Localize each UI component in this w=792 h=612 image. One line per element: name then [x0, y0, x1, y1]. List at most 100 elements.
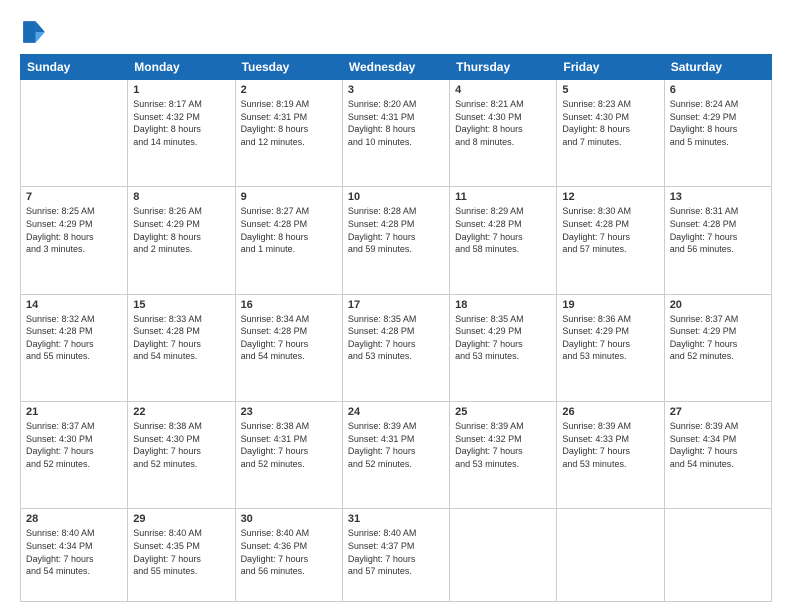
calendar-cell: 22 Sunrise: 8:38 AMSunset: 4:30 PMDayligh…: [128, 401, 235, 508]
day-number: 29: [133, 513, 229, 525]
calendar-cell: [450, 509, 557, 602]
day-info: Sunrise: 8:29 AMSunset: 4:28 PMDaylight:…: [455, 205, 551, 255]
col-header-monday: Monday: [128, 55, 235, 80]
calendar-cell: [21, 80, 128, 187]
calendar-cell: 21 Sunrise: 8:37 AMSunset: 4:30 PMDayligh…: [21, 401, 128, 508]
day-info: Sunrise: 8:17 AMSunset: 4:32 PMDaylight:…: [133, 98, 229, 148]
day-number: 20: [670, 299, 766, 311]
calendar-cell: 28 Sunrise: 8:40 AMSunset: 4:34 PMDayligh…: [21, 509, 128, 602]
day-info: Sunrise: 8:31 AMSunset: 4:28 PMDaylight:…: [670, 205, 766, 255]
day-number: 3: [348, 84, 444, 96]
day-info: Sunrise: 8:32 AMSunset: 4:28 PMDaylight:…: [26, 313, 122, 363]
calendar-cell: 6 Sunrise: 8:24 AMSunset: 4:29 PMDaylight…: [664, 80, 771, 187]
day-number: 1: [133, 84, 229, 96]
calendar-cell: 20 Sunrise: 8:37 AMSunset: 4:29 PMDayligh…: [664, 294, 771, 401]
calendar-cell: 16 Sunrise: 8:34 AMSunset: 4:28 PMDayligh…: [235, 294, 342, 401]
day-info: Sunrise: 8:40 AMSunset: 4:36 PMDaylight:…: [241, 527, 337, 577]
col-header-wednesday: Wednesday: [342, 55, 449, 80]
day-number: 9: [241, 191, 337, 203]
calendar-cell: [557, 509, 664, 602]
day-info: Sunrise: 8:26 AMSunset: 4:29 PMDaylight:…: [133, 205, 229, 255]
day-number: 13: [670, 191, 766, 203]
calendar-cell: 30 Sunrise: 8:40 AMSunset: 4:36 PMDayligh…: [235, 509, 342, 602]
day-number: 15: [133, 299, 229, 311]
calendar-cell: 25Sunrise: 8:39 AMSunset: 4:32 PMDayligh…: [450, 401, 557, 508]
day-info: Sunrise: 8:19 AMSunset: 4:31 PMDaylight:…: [241, 98, 337, 148]
day-info: Sunrise: 8:35 AMSunset: 4:29 PMDaylight:…: [455, 313, 551, 363]
logo: [20, 18, 52, 46]
header: [20, 18, 772, 46]
calendar-cell: 5 Sunrise: 8:23 AMSunset: 4:30 PMDaylight…: [557, 80, 664, 187]
calendar-cell: 8Sunrise: 8:26 AMSunset: 4:29 PMDaylight…: [128, 187, 235, 294]
calendar-week-3: 21 Sunrise: 8:37 AMSunset: 4:30 PMDayligh…: [21, 401, 772, 508]
day-info: Sunrise: 8:33 AMSunset: 4:28 PMDaylight:…: [133, 313, 229, 363]
day-info: Sunrise: 8:35 AMSunset: 4:28 PMDaylight:…: [348, 313, 444, 363]
day-number: 10: [348, 191, 444, 203]
col-header-friday: Friday: [557, 55, 664, 80]
day-number: 25: [455, 406, 551, 418]
day-info: Sunrise: 8:40 AMSunset: 4:37 PMDaylight:…: [348, 527, 444, 577]
day-info: Sunrise: 8:21 AMSunset: 4:30 PMDaylight:…: [455, 98, 551, 148]
day-number: 22: [133, 406, 229, 418]
day-info: Sunrise: 8:23 AMSunset: 4:30 PMDaylight:…: [562, 98, 658, 148]
col-header-tuesday: Tuesday: [235, 55, 342, 80]
day-info: Sunrise: 8:38 AMSunset: 4:30 PMDaylight:…: [133, 420, 229, 470]
day-number: 21: [26, 406, 122, 418]
day-number: 17: [348, 299, 444, 311]
day-number: 14: [26, 299, 122, 311]
calendar-cell: [664, 509, 771, 602]
day-info: Sunrise: 8:28 AMSunset: 4:28 PMDaylight:…: [348, 205, 444, 255]
day-number: 24: [348, 406, 444, 418]
day-number: 16: [241, 299, 337, 311]
day-info: Sunrise: 8:36 AMSunset: 4:29 PMDaylight:…: [562, 313, 658, 363]
day-number: 18: [455, 299, 551, 311]
calendar-cell: 9 Sunrise: 8:27 AMSunset: 4:28 PMDaylight…: [235, 187, 342, 294]
day-info: Sunrise: 8:30 AMSunset: 4:28 PMDaylight:…: [562, 205, 658, 255]
calendar-cell: 17 Sunrise: 8:35 AMSunset: 4:28 PMDayligh…: [342, 294, 449, 401]
calendar-cell: 7Sunrise: 8:25 AMSunset: 4:29 PMDaylight…: [21, 187, 128, 294]
day-number: 28: [26, 513, 122, 525]
col-header-sunday: Sunday: [21, 55, 128, 80]
calendar-cell: 10 Sunrise: 8:28 AMSunset: 4:28 PMDayligh…: [342, 187, 449, 294]
day-number: 23: [241, 406, 337, 418]
day-info: Sunrise: 8:38 AMSunset: 4:31 PMDaylight:…: [241, 420, 337, 470]
calendar-cell: 29 Sunrise: 8:40 AMSunset: 4:35 PMDayligh…: [128, 509, 235, 602]
calendar-cell: 18 Sunrise: 8:35 AMSunset: 4:29 PMDayligh…: [450, 294, 557, 401]
calendar-week-4: 28 Sunrise: 8:40 AMSunset: 4:34 PMDayligh…: [21, 509, 772, 602]
day-info: Sunrise: 8:39 AMSunset: 4:33 PMDaylight:…: [562, 420, 658, 470]
day-number: 2: [241, 84, 337, 96]
day-number: 26: [562, 406, 658, 418]
col-header-saturday: Saturday: [664, 55, 771, 80]
day-info: Sunrise: 8:37 AMSunset: 4:30 PMDaylight:…: [26, 420, 122, 470]
calendar-cell: 2 Sunrise: 8:19 AMSunset: 4:31 PMDaylight…: [235, 80, 342, 187]
day-info: Sunrise: 8:40 AMSunset: 4:34 PMDaylight:…: [26, 527, 122, 577]
day-info: Sunrise: 8:24 AMSunset: 4:29 PMDaylight:…: [670, 98, 766, 148]
calendar-cell: 19 Sunrise: 8:36 AMSunset: 4:29 PMDayligh…: [557, 294, 664, 401]
calendar-cell: 1 Sunrise: 8:17 AMSunset: 4:32 PMDaylight…: [128, 80, 235, 187]
col-header-thursday: Thursday: [450, 55, 557, 80]
day-info: Sunrise: 8:40 AMSunset: 4:35 PMDaylight:…: [133, 527, 229, 577]
day-number: 31: [348, 513, 444, 525]
calendar-cell: 3 Sunrise: 8:20 AMSunset: 4:31 PMDaylight…: [342, 80, 449, 187]
day-number: 27: [670, 406, 766, 418]
day-number: 19: [562, 299, 658, 311]
day-info: Sunrise: 8:39 AMSunset: 4:31 PMDaylight:…: [348, 420, 444, 470]
day-info: Sunrise: 8:20 AMSunset: 4:31 PMDaylight:…: [348, 98, 444, 148]
calendar-cell: 13 Sunrise: 8:31 AMSunset: 4:28 PMDayligh…: [664, 187, 771, 294]
day-number: 11: [455, 191, 551, 203]
calendar-cell: 15 Sunrise: 8:33 AMSunset: 4:28 PMDayligh…: [128, 294, 235, 401]
calendar-cell: 24 Sunrise: 8:39 AMSunset: 4:31 PMDayligh…: [342, 401, 449, 508]
day-number: 30: [241, 513, 337, 525]
calendar-cell: 12Sunrise: 8:30 AMSunset: 4:28 PMDayligh…: [557, 187, 664, 294]
day-number: 5: [562, 84, 658, 96]
calendar-cell: 27Sunrise: 8:39 AMSunset: 4:34 PMDayligh…: [664, 401, 771, 508]
day-number: 7: [26, 191, 122, 203]
day-number: 6: [670, 84, 766, 96]
day-info: Sunrise: 8:37 AMSunset: 4:29 PMDaylight:…: [670, 313, 766, 363]
day-info: Sunrise: 8:27 AMSunset: 4:28 PMDaylight:…: [241, 205, 337, 255]
day-info: Sunrise: 8:34 AMSunset: 4:28 PMDaylight:…: [241, 313, 337, 363]
day-number: 4: [455, 84, 551, 96]
page: SundayMondayTuesdayWednesdayThursdayFrid…: [0, 0, 792, 612]
calendar-week-1: 7Sunrise: 8:25 AMSunset: 4:29 PMDaylight…: [21, 187, 772, 294]
calendar-cell: 31 Sunrise: 8:40 AMSunset: 4:37 PMDayligh…: [342, 509, 449, 602]
